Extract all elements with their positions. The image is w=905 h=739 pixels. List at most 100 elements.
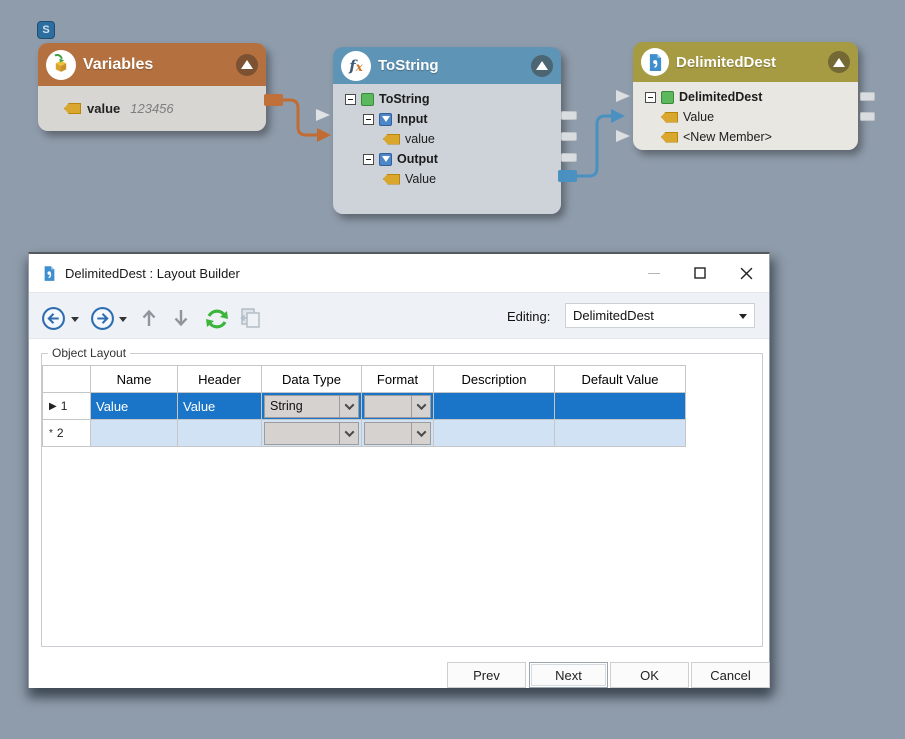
cell-description-2[interactable] (434, 420, 555, 447)
close-icon (740, 267, 752, 279)
input-element-icon (379, 112, 392, 126)
variables-collapse-button[interactable] (236, 53, 258, 76)
cell-data-type-2[interactable] (262, 420, 362, 447)
field-tag-icon (661, 111, 678, 123)
tree-item-delimiteddest[interactable]: DelimitedDest (633, 87, 858, 107)
refresh-button[interactable] (203, 305, 231, 333)
row-number: 2 (56, 426, 64, 440)
cell-default-value-1[interactable] (555, 393, 686, 420)
data-type-dropdown[interactable] (264, 421, 359, 445)
collapse-expander-icon[interactable] (645, 91, 656, 103)
editing-combobox[interactable]: DelimitedDest (565, 303, 755, 328)
cell-name-2[interactable] (91, 420, 178, 447)
dropdown-button[interactable] (339, 395, 358, 417)
minimize-button[interactable] (631, 254, 677, 292)
column-header-format[interactable]: Format (362, 366, 434, 393)
back-dropdown-caret-icon[interactable] (71, 317, 79, 322)
tree-item-new-member[interactable]: <New Member> (633, 127, 858, 147)
dropdown-button[interactable] (411, 422, 430, 444)
tree-label: ToString (379, 92, 430, 106)
back-button[interactable] (41, 306, 66, 331)
tostring-collapse-button[interactable] (531, 54, 553, 77)
dialog-file-icon (44, 265, 55, 281)
tree-label: value (405, 132, 435, 146)
move-up-button[interactable] (139, 307, 159, 329)
tostring-output-port[interactable] (561, 132, 577, 141)
wire-variables-to-tostring (283, 98, 317, 137)
variables-output-port[interactable] (264, 94, 283, 106)
cell-data-type-1[interactable]: String (262, 393, 362, 420)
close-button[interactable] (723, 254, 769, 292)
layout-grid: Name Header Data Type Format Description… (42, 365, 686, 447)
tree-item-input[interactable]: Input (333, 109, 561, 129)
grid-corner-header[interactable] (43, 366, 91, 393)
collapse-expander-icon[interactable] (363, 113, 374, 125)
tree-item-value-input[interactable]: value (333, 129, 561, 149)
row-header-1[interactable]: ▶ 1 (43, 393, 91, 420)
delimiteddest-output-port[interactable] (860, 112, 875, 121)
dataflow-canvas: S Variables value 123456 fx ToString ToS… (0, 0, 905, 739)
tree-label: Value (405, 172, 437, 186)
column-header-header[interactable]: Header (178, 366, 262, 393)
column-header-data-type[interactable]: Data Type (262, 366, 362, 393)
tostring-node-title: ToString (378, 57, 439, 74)
tree-item-output[interactable]: Output (333, 149, 561, 169)
element-green-icon (361, 92, 374, 106)
tostring-input-arrow-icon (316, 109, 330, 121)
node-delimiteddest[interactable]: DelimitedDest DelimitedDest Value <New M… (633, 42, 858, 150)
tostring-value-output-port[interactable] (558, 170, 577, 182)
cell-default-value-2[interactable] (555, 420, 686, 447)
cell-format-2[interactable] (362, 420, 434, 447)
cell-description-1[interactable] (434, 393, 555, 420)
prev-button[interactable]: Prev (447, 662, 526, 688)
chevron-down-icon (344, 399, 354, 410)
format-dropdown[interactable] (364, 421, 431, 445)
dropdown-button[interactable] (339, 422, 358, 444)
field-tag-icon (661, 131, 678, 143)
column-header-description[interactable]: Description (434, 366, 555, 393)
column-header-name[interactable]: Name (91, 366, 178, 393)
output-element-icon (379, 152, 392, 166)
tree-item-value[interactable]: Value (633, 107, 858, 127)
delimiteddest-output-port[interactable] (860, 92, 875, 101)
tree-item-tostring[interactable]: ToString (333, 89, 561, 109)
row-header-2[interactable]: * 2 (43, 420, 91, 447)
cell-header-1[interactable]: Value (178, 393, 262, 420)
cell-header-2[interactable] (178, 420, 262, 447)
tree-item-value-output[interactable]: Value (333, 169, 561, 189)
paste-disabled-button[interactable] (238, 306, 262, 330)
ok-button[interactable]: OK (610, 662, 689, 688)
row-number: 1 (60, 399, 68, 413)
format-dropdown[interactable] (364, 394, 431, 418)
combobox-caret-icon (739, 314, 747, 319)
data-type-dropdown[interactable]: String (264, 394, 359, 418)
delimiteddest-collapse-button[interactable] (828, 51, 850, 73)
column-header-default-value[interactable]: Default Value (555, 366, 686, 393)
dropdown-button[interactable] (411, 395, 430, 417)
variables-node-body[interactable]: value 123456 (38, 86, 266, 131)
cell-format-1[interactable] (362, 393, 434, 420)
variables-node-header[interactable]: Variables (38, 43, 266, 86)
tree-label: Input (397, 112, 428, 126)
dialog-titlebar[interactable]: DelimitedDest : Layout Builder (29, 254, 769, 292)
node-tostring[interactable]: fx ToString ToString Input value Output … (333, 47, 561, 214)
tostring-node-body: ToString Input value Output Value (333, 84, 561, 214)
layout-builder-dialog: DelimitedDest : Layout Builder Editing: … (28, 252, 770, 688)
cancel-button[interactable]: Cancel (691, 662, 770, 688)
tree-label: Value (683, 110, 715, 124)
cell-name-1[interactable]: Value (91, 393, 178, 420)
tostring-node-header[interactable]: fx ToString (333, 47, 561, 84)
move-down-button[interactable] (171, 307, 191, 329)
tostring-output-port[interactable] (561, 153, 577, 162)
maximize-button[interactable] (677, 254, 723, 292)
collapse-expander-icon[interactable] (363, 153, 374, 165)
chevron-down-icon (344, 426, 354, 437)
tostring-output-port[interactable] (561, 111, 577, 120)
delimiteddest-node-header[interactable]: DelimitedDest (633, 42, 858, 82)
forward-dropdown-caret-icon[interactable] (119, 317, 127, 322)
tree-label: <New Member> (683, 130, 772, 144)
collapse-expander-icon[interactable] (345, 93, 356, 105)
node-variables[interactable]: Variables value 123456 (38, 43, 266, 131)
next-button[interactable]: Next (529, 662, 608, 688)
forward-button[interactable] (90, 306, 115, 331)
